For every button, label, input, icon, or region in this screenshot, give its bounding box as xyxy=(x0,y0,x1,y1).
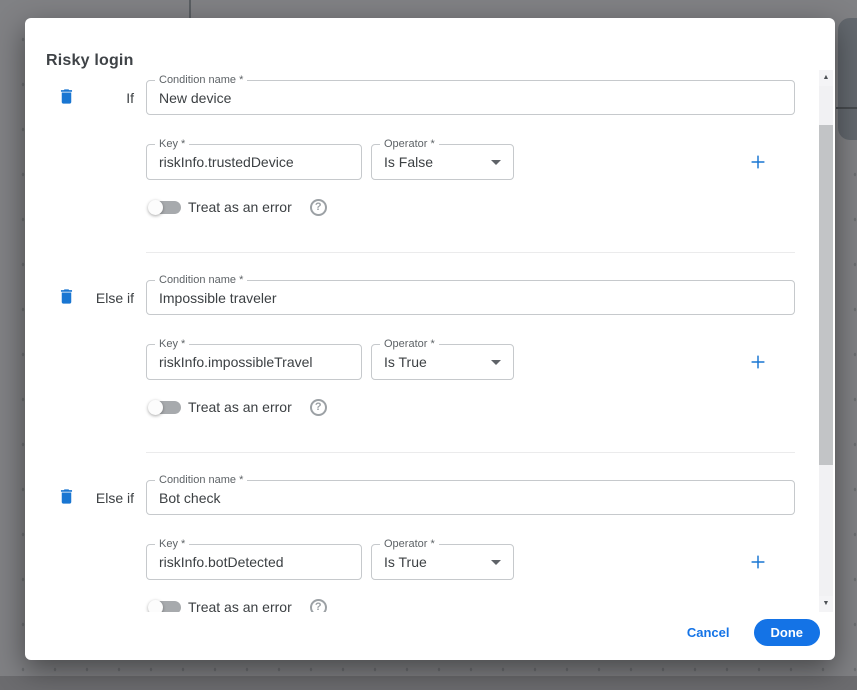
condition-name-field[interactable]: Condition name * New device xyxy=(146,80,795,115)
condition-block: Else if Condition name * Impossible trav… xyxy=(25,280,819,480)
condition-name-value: Bot check xyxy=(159,481,220,515)
vertical-scrollbar[interactable]: ▲ ▼ xyxy=(819,70,833,612)
treat-as-error-toggle[interactable] xyxy=(149,200,181,215)
plus-icon xyxy=(747,361,769,376)
condition-name-value: Impossible traveler xyxy=(159,281,277,315)
canvas-bottom-band xyxy=(0,676,857,690)
treat-as-error-label: Treat as an error xyxy=(188,399,292,415)
plus-icon xyxy=(747,561,769,576)
cancel-button[interactable]: Cancel xyxy=(687,625,730,640)
condition-name-value: New device xyxy=(159,81,231,115)
caret-down-icon xyxy=(491,560,501,565)
caret-down-icon xyxy=(491,360,501,365)
condition-block: If Condition name * New device Key * ris… xyxy=(25,80,819,280)
treat-as-error-label: Treat as an error xyxy=(188,599,292,612)
risky-login-dialog: Risky login If Condition name * New devi… xyxy=(25,18,835,660)
help-icon[interactable]: ? xyxy=(310,599,327,613)
block-divider xyxy=(146,252,795,253)
key-value: riskInfo.impossibleTravel xyxy=(159,345,313,379)
treat-as-error-row: Treat as an error ? xyxy=(149,197,327,217)
block-divider xyxy=(146,452,795,453)
operator-value: Is True xyxy=(384,345,427,379)
scrollbar-thumb[interactable] xyxy=(819,125,833,465)
scroll-down-arrow[interactable]: ▼ xyxy=(819,596,833,612)
add-condition-row-button[interactable] xyxy=(747,351,769,373)
treat-as-error-row: Treat as an error ? xyxy=(149,597,327,612)
help-icon[interactable]: ? xyxy=(310,399,327,416)
dialog-title: Risky login xyxy=(46,52,134,70)
canvas-node-connector xyxy=(836,107,857,109)
operator-select[interactable]: Operator * Is True xyxy=(371,544,514,580)
operator-value: Is True xyxy=(384,545,427,579)
condition-name-field[interactable]: Condition name * Bot check xyxy=(146,480,795,515)
key-value: riskInfo.botDetected xyxy=(159,545,284,579)
condition-connector-label: Else if xyxy=(49,290,134,306)
condition-name-field[interactable]: Condition name * Impossible traveler xyxy=(146,280,795,315)
treat-as-error-row: Treat as an error ? xyxy=(149,397,327,417)
operator-select[interactable]: Operator * Is True xyxy=(371,344,514,380)
add-condition-row-button[interactable] xyxy=(747,151,769,173)
condition-connector-label: If xyxy=(49,90,134,106)
caret-down-icon xyxy=(491,160,501,165)
add-condition-row-button[interactable] xyxy=(747,551,769,573)
key-field[interactable]: Key * riskInfo.trustedDevice xyxy=(146,144,362,180)
key-value: riskInfo.trustedDevice xyxy=(159,145,294,179)
condition-block: Else if Condition name * Bot check Key *… xyxy=(25,480,819,612)
treat-as-error-label: Treat as an error xyxy=(188,199,292,215)
dialog-actions: Cancel Done xyxy=(687,619,820,646)
key-field[interactable]: Key * riskInfo.impossibleTravel xyxy=(146,344,362,380)
flow-canvas-backdrop: Risky login If Condition name * New devi… xyxy=(0,0,857,690)
operator-value: Is False xyxy=(384,145,433,179)
plus-icon xyxy=(747,161,769,176)
operator-select[interactable]: Operator * Is False xyxy=(371,144,514,180)
help-icon[interactable]: ? xyxy=(310,199,327,216)
canvas-connector-line xyxy=(189,0,191,18)
scroll-up-arrow[interactable]: ▲ xyxy=(819,70,833,86)
condition-connector-label: Else if xyxy=(49,490,134,506)
done-button[interactable]: Done xyxy=(754,619,821,646)
treat-as-error-toggle[interactable] xyxy=(149,600,181,613)
treat-as-error-toggle[interactable] xyxy=(149,400,181,415)
conditions-scroll-area: If Condition name * New device Key * ris… xyxy=(25,70,819,612)
key-field[interactable]: Key * riskInfo.botDetected xyxy=(146,544,362,580)
canvas-node-card xyxy=(838,18,857,140)
